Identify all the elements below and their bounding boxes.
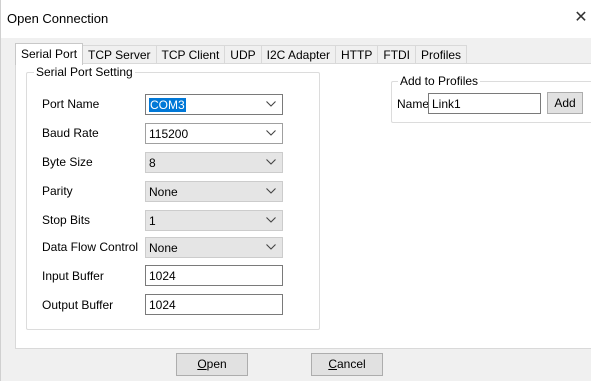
add-to-profiles-title: Add to Profiles: [398, 74, 481, 88]
profile-name-value: Link1: [432, 97, 461, 111]
byte-size-select[interactable]: 8: [145, 152, 283, 173]
cancel-button[interactable]: Cancel: [311, 353, 383, 376]
output-buffer-field[interactable]: 1024: [145, 294, 283, 315]
title-bar: Open Connection ✕: [1, 0, 591, 38]
tab-tcp-client[interactable]: TCP Client: [155, 45, 226, 64]
chevron-down-icon: [266, 240, 278, 254]
stop-bits-select[interactable]: 1: [145, 210, 283, 231]
output-buffer-label: Output Buffer: [42, 298, 114, 312]
flow-control-label: Data Flow Control: [42, 240, 139, 254]
serial-port-tab-panel: Serial Port Setting Port Name COM3 Baud …: [15, 63, 591, 349]
baud-rate-select[interactable]: 115200: [145, 123, 283, 144]
cancel-label-rest: ancel: [336, 357, 366, 371]
tab-profiles[interactable]: Profiles: [415, 45, 468, 64]
parity-value: None: [149, 185, 178, 199]
output-buffer-value: 1024: [149, 298, 176, 312]
input-buffer-label: Input Buffer: [42, 269, 104, 283]
open-mnemonic: O: [197, 357, 207, 371]
baud-rate-label: Baud Rate: [42, 126, 99, 140]
input-buffer-value: 1024: [149, 269, 176, 283]
tab-ftdi[interactable]: FTDI: [377, 45, 417, 64]
byte-size-label: Byte Size: [42, 155, 93, 169]
port-name-value: COM3: [149, 98, 186, 112]
add-profile-button[interactable]: Add: [547, 92, 583, 114]
tab-http[interactable]: HTTP: [335, 45, 379, 64]
tab-i2c-adapter[interactable]: I2C Adapter: [260, 45, 337, 64]
chevron-down-icon: [266, 184, 278, 198]
tab-udp[interactable]: UDP: [224, 45, 262, 64]
chevron-down-icon: [266, 97, 278, 111]
open-label-rest: pen: [206, 357, 227, 371]
chevron-down-icon: [266, 213, 278, 227]
flow-control-value: None: [149, 241, 178, 255]
chevron-down-icon: [266, 126, 278, 140]
stop-bits-label: Stop Bits: [42, 213, 91, 227]
close-icon[interactable]: ✕: [571, 8, 591, 28]
input-buffer-field[interactable]: 1024: [145, 265, 283, 286]
baud-rate-value: 115200: [149, 127, 189, 141]
open-button[interactable]: Open: [176, 353, 248, 376]
byte-size-value: 8: [149, 156, 156, 170]
profile-name-field[interactable]: Link1: [428, 93, 541, 114]
port-name-select[interactable]: COM3: [145, 94, 283, 115]
parity-label: Parity: [42, 184, 73, 198]
tab-serial-port[interactable]: Serial Port: [15, 43, 84, 65]
flow-control-select[interactable]: None: [145, 237, 283, 258]
parity-select[interactable]: None: [145, 181, 283, 202]
stop-bits-value: 1: [149, 214, 156, 228]
tab-tcp-server[interactable]: TCP Server: [82, 45, 157, 64]
chevron-down-icon: [266, 155, 278, 169]
open-connection-dialog: Open Connection ✕ Serial Port TCP Server…: [0, 0, 591, 381]
profile-name-label: Name: [397, 97, 430, 111]
port-name-label: Port Name: [42, 97, 100, 111]
window-title: Open Connection: [7, 11, 109, 26]
cancel-mnemonic: C: [328, 357, 337, 371]
serial-port-setting-title: Serial Port Setting: [34, 65, 135, 79]
tab-strip: Serial Port TCP Server TCP Client UDP I2…: [15, 43, 468, 65]
